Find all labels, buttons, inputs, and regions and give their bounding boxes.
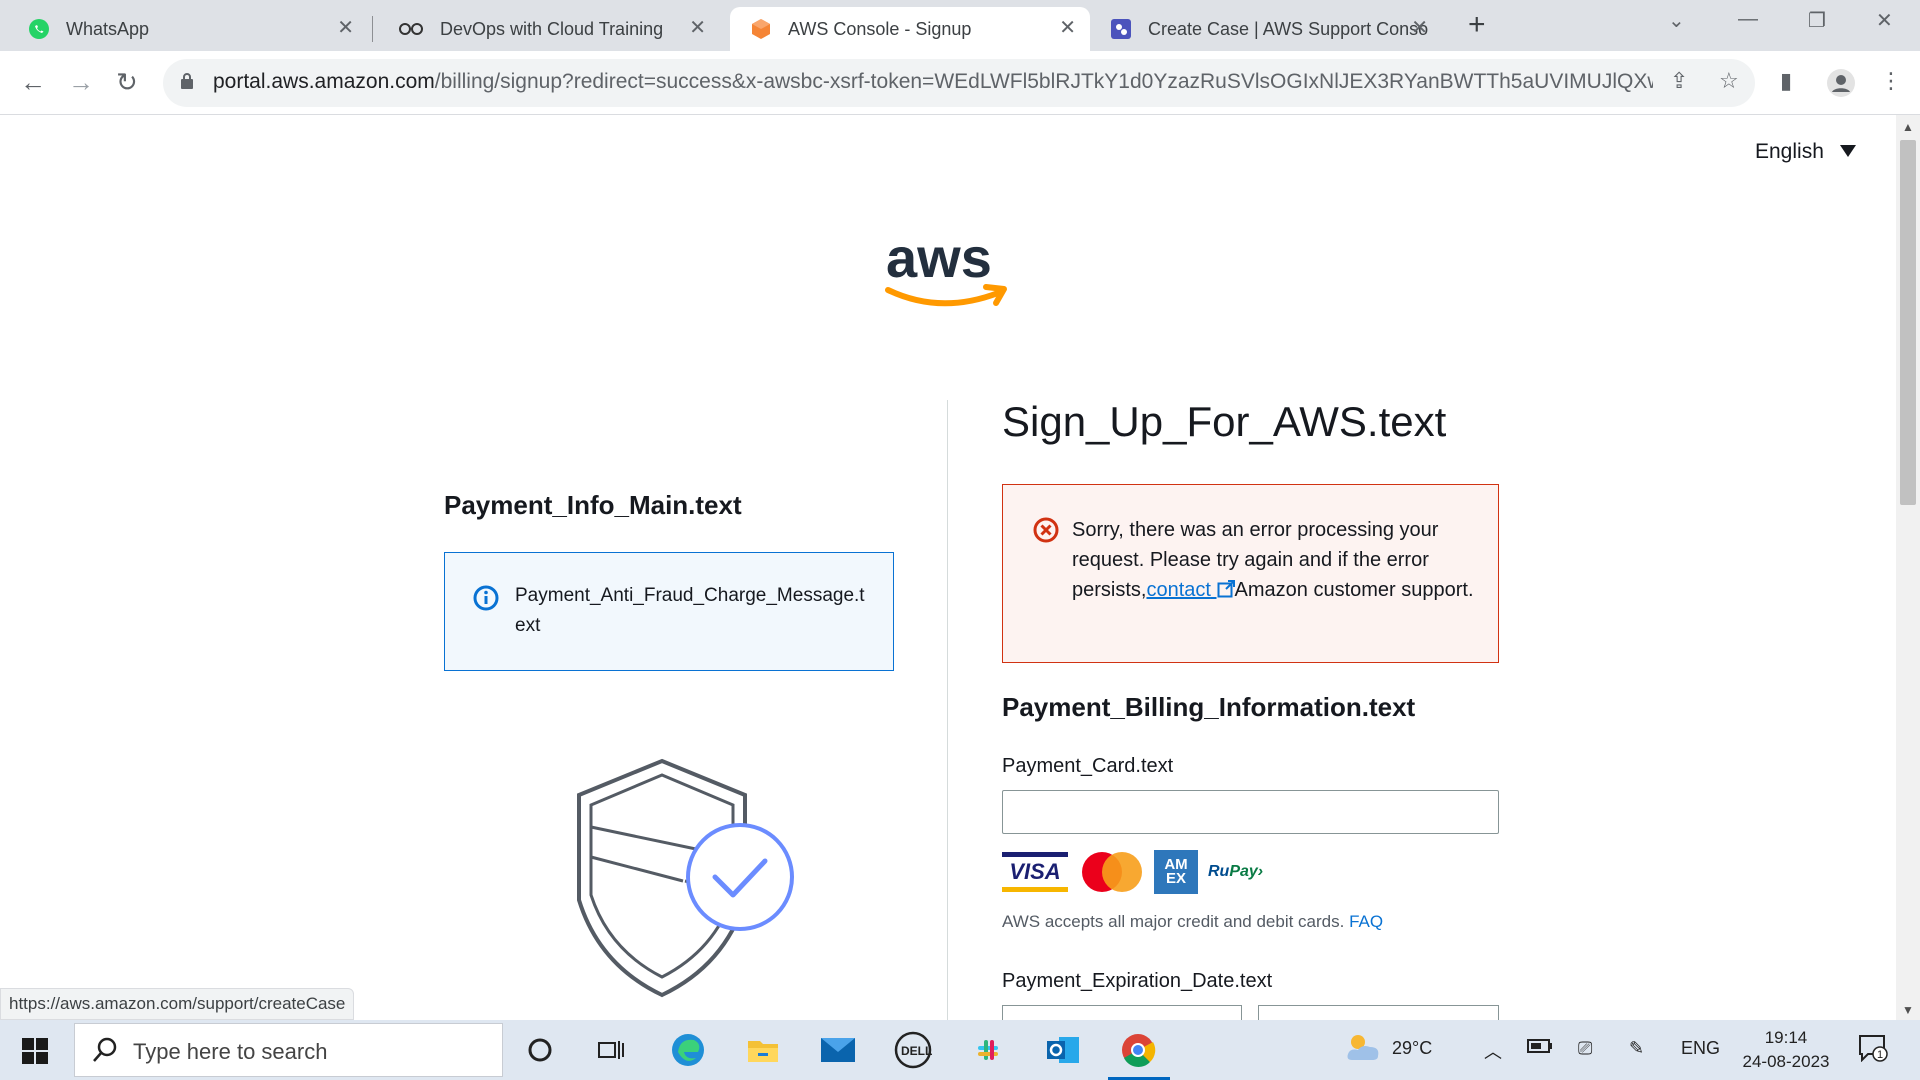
system-clock[interactable]: 19:14 24-08-2023 bbox=[1736, 1026, 1836, 1074]
minimize-icon[interactable]: — bbox=[1738, 8, 1758, 31]
share-icon[interactable]: ⇪ bbox=[1670, 68, 1688, 94]
caret-down-icon[interactable] bbox=[1840, 145, 1856, 157]
aws-icon bbox=[752, 19, 770, 39]
clock-date: 24-08-2023 bbox=[1742, 1052, 1830, 1071]
tab-title: DevOps with Cloud Training bbox=[440, 18, 664, 39]
aws-support-icon bbox=[1111, 19, 1131, 39]
outlook-icon[interactable] bbox=[1043, 1030, 1083, 1070]
tab-strip: WhatsApp ✕ DevOps with Cloud Training ✕ … bbox=[0, 0, 1920, 51]
card-number-input[interactable] bbox=[1002, 790, 1499, 834]
restore-icon[interactable]: ❐ bbox=[1808, 8, 1826, 33]
close-tab-icon[interactable]: ✕ bbox=[689, 15, 706, 40]
contact-link[interactable]: contact bbox=[1146, 579, 1235, 601]
tab-title: Create Case | AWS Support Conso bbox=[1148, 18, 1429, 39]
notifications-icon[interactable]: 1 bbox=[1858, 1034, 1888, 1067]
meet-now-icon[interactable]: ⎚ bbox=[1578, 1038, 1592, 1059]
taskbar-search-placeholder: Type here to search bbox=[133, 1039, 328, 1064]
page-title: Sign_Up_For_AWS.text bbox=[1002, 398, 1447, 445]
payment-info-heading: Payment_Info_Main.text bbox=[444, 490, 742, 520]
external-link-icon bbox=[1217, 580, 1235, 598]
svg-text:DELL: DELL bbox=[901, 1044, 932, 1058]
pen-workspace-icon[interactable]: ✎ bbox=[1629, 1038, 1644, 1059]
show-hidden-icons-chevron-icon[interactable]: ︿ bbox=[1484, 1038, 1502, 1064]
close-tab-icon[interactable]: ✕ bbox=[337, 15, 354, 40]
windows-start-icon[interactable] bbox=[22, 1038, 48, 1064]
amex-logo: AM EX bbox=[1154, 850, 1198, 894]
devops-icon bbox=[399, 23, 423, 35]
tab-aws-signup[interactable]: AWS Console - Signup ✕ bbox=[730, 7, 1090, 51]
scroll-down-arrow-icon[interactable]: ▼ bbox=[1902, 1003, 1914, 1017]
tab-separator bbox=[372, 16, 373, 42]
column-divider bbox=[947, 400, 948, 1020]
url-text[interactable]: portal.aws.amazon.com/billing/signup?red… bbox=[213, 70, 1653, 94]
cortana-icon[interactable] bbox=[520, 1030, 560, 1070]
chrome-icon[interactable] bbox=[1118, 1030, 1158, 1070]
security-shield-illustration bbox=[565, 755, 805, 1010]
slack-icon[interactable] bbox=[968, 1030, 1008, 1070]
lock-icon[interactable] bbox=[180, 72, 194, 90]
mastercard-logo bbox=[1078, 852, 1144, 892]
language-selector[interactable]: English bbox=[1755, 140, 1824, 164]
error-alert: Sorry, there was an error processing you… bbox=[1002, 484, 1499, 663]
menu-kebab-icon[interactable]: ⋮ bbox=[1880, 68, 1902, 94]
rupay-logo: Ru Pay › bbox=[1208, 863, 1264, 880]
new-tab-button[interactable]: + bbox=[1468, 8, 1486, 42]
forward-icon[interactable]: → bbox=[68, 67, 94, 98]
faq-link[interactable]: FAQ bbox=[1349, 912, 1383, 931]
taskbar: Type here to search DELL 29°C ︿ ⎚ ✎ ENG … bbox=[0, 1020, 1920, 1080]
accepted-cards-note: AWS accepts all major credit and debit c… bbox=[1002, 912, 1384, 931]
scroll-up-arrow-icon[interactable]: ▲ bbox=[1902, 120, 1914, 134]
weather-temperature[interactable]: 29°C bbox=[1392, 1038, 1432, 1059]
tab-devops[interactable]: DevOps with Cloud Training ✕ bbox=[378, 7, 720, 51]
expiration-date-label: Payment_Expiration_Date.text bbox=[1002, 970, 1273, 992]
card-brands: VISA AM EX Ru Pay › bbox=[1002, 850, 1274, 894]
taskbar-search-box[interactable]: Type here to search bbox=[74, 1023, 503, 1077]
error-alert-message: Sorry, there was an error processing you… bbox=[1072, 515, 1482, 605]
back-icon[interactable]: ← bbox=[20, 67, 46, 98]
close-window-icon[interactable]: ✕ bbox=[1876, 8, 1893, 33]
billing-info-heading: Payment_Billing_Information.text bbox=[1002, 692, 1416, 722]
info-alert-message: Payment_Anti_Fraud_Charge_Message.text bbox=[515, 585, 865, 636]
edge-icon[interactable] bbox=[668, 1030, 708, 1070]
search-icon bbox=[93, 1037, 117, 1062]
mail-icon[interactable] bbox=[818, 1030, 858, 1070]
aws-logo-text: aws bbox=[886, 226, 992, 289]
weather-icon[interactable] bbox=[1344, 1032, 1384, 1069]
tab-search-chevron-icon[interactable]: ⌄ bbox=[1668, 8, 1685, 33]
tab-title: AWS Console - Signup bbox=[788, 18, 972, 39]
clock-time: 19:14 bbox=[1764, 1028, 1808, 1047]
dell-icon[interactable]: DELL bbox=[893, 1030, 933, 1070]
tab-title: WhatsApp bbox=[66, 18, 150, 39]
visa-logo: VISA bbox=[1002, 852, 1068, 892]
file-explorer-icon[interactable] bbox=[743, 1030, 783, 1070]
whatsapp-icon bbox=[29, 19, 49, 39]
tab-aws-support[interactable]: Create Case | AWS Support Conso ✕ bbox=[1090, 7, 1442, 51]
task-view-icon[interactable] bbox=[591, 1030, 631, 1070]
info-icon bbox=[473, 585, 499, 611]
side-panel-icon[interactable]: ▮ bbox=[1780, 68, 1792, 94]
reload-icon[interactable]: ↻ bbox=[116, 67, 138, 98]
error-icon bbox=[1033, 517, 1059, 543]
aws-logo: aws bbox=[880, 225, 1020, 320]
url-host: portal.aws.amazon.com bbox=[213, 70, 435, 93]
url-path: /billing/signup?redirect=success&x-awsbc… bbox=[434, 70, 1653, 93]
close-tab-icon[interactable]: ✕ bbox=[1059, 15, 1076, 40]
error-text-after-link: Amazon customer support. bbox=[1234, 579, 1474, 601]
battery-icon[interactable] bbox=[1527, 1038, 1553, 1059]
profile-avatar-icon[interactable] bbox=[1826, 68, 1856, 104]
notification-count: 1 bbox=[1877, 1049, 1883, 1061]
bookmark-star-icon[interactable]: ☆ bbox=[1719, 68, 1739, 94]
tab-whatsapp[interactable]: WhatsApp ✕ bbox=[8, 7, 368, 51]
input-language-indicator[interactable]: ENG bbox=[1681, 1038, 1720, 1059]
link-status-bar: https://aws.amazon.com/support/createCas… bbox=[0, 988, 355, 1020]
info-alert: Payment_Anti_Fraud_Charge_Message.text bbox=[444, 552, 894, 671]
close-tab-icon[interactable]: ✕ bbox=[1411, 15, 1428, 40]
card-number-label: Payment_Card.text bbox=[1002, 755, 1174, 777]
scrollbar-thumb[interactable] bbox=[1900, 140, 1916, 505]
